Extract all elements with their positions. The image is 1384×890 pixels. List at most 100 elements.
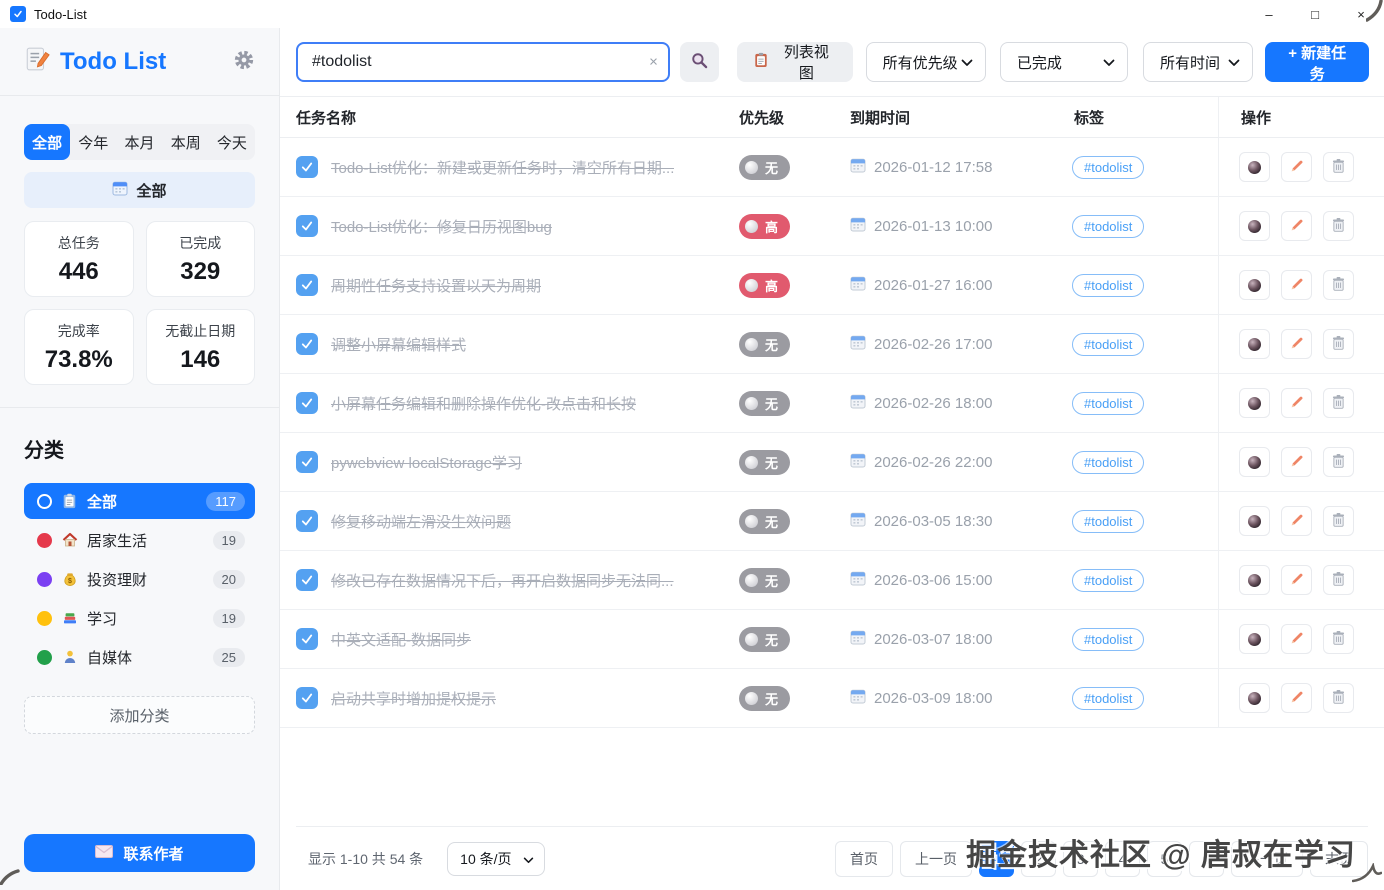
status-filter-select[interactable]: 已完成	[1000, 42, 1128, 82]
delete-task-button[interactable]	[1323, 506, 1354, 536]
edit-task-button[interactable]	[1281, 211, 1312, 241]
task-checkbox[interactable]	[296, 451, 318, 473]
delete-task-button[interactable]	[1323, 447, 1354, 477]
edit-task-button[interactable]	[1281, 683, 1312, 713]
delete-task-button[interactable]	[1323, 388, 1354, 418]
search-button[interactable]	[680, 42, 719, 82]
priority-ball-icon	[745, 692, 758, 705]
edit-task-button[interactable]	[1281, 270, 1312, 300]
tag-cell: #todolist	[1070, 628, 1218, 651]
category-item[interactable]: $ 投资理财 20	[24, 561, 255, 597]
task-checkbox[interactable]	[296, 510, 318, 532]
priority-badge: 无	[739, 155, 790, 180]
next-page-button[interactable]: 下一页	[1231, 841, 1303, 877]
tag-badge[interactable]: #todolist	[1072, 392, 1144, 415]
category-item[interactable]: 居家生活 19	[24, 522, 255, 558]
edit-task-button[interactable]	[1281, 565, 1312, 595]
task-checkbox[interactable]	[296, 215, 318, 237]
delete-task-button[interactable]	[1323, 565, 1354, 595]
delete-task-button[interactable]	[1323, 152, 1354, 182]
view-task-button[interactable]	[1239, 329, 1270, 359]
page-number-button[interactable]: 2	[1021, 841, 1056, 877]
category-icon	[61, 532, 78, 549]
clear-search-icon[interactable]: ×	[649, 55, 658, 70]
maximize-button[interactable]: □	[1292, 0, 1338, 28]
task-checkbox[interactable]	[296, 333, 318, 355]
edit-task-button[interactable]	[1281, 506, 1312, 536]
tag-badge[interactable]: #todolist	[1072, 510, 1144, 533]
category-item[interactable]: 全部 117	[24, 483, 255, 519]
category-item[interactable]: 自媒体 25	[24, 639, 255, 675]
edit-task-button[interactable]	[1281, 388, 1312, 418]
page-number-button[interactable]: 4	[1105, 841, 1140, 877]
task-checkbox[interactable]	[296, 569, 318, 591]
edit-task-button[interactable]	[1281, 447, 1312, 477]
time-filter-tab[interactable]: 本月	[116, 124, 162, 160]
pencil-icon	[1290, 277, 1304, 294]
time-filter-tab[interactable]: 今天	[209, 124, 255, 160]
tag-badge[interactable]: #todolist	[1072, 628, 1144, 651]
page-number-button[interactable]: 5	[1147, 841, 1182, 877]
category-item[interactable]: 学习 19	[24, 600, 255, 636]
edit-task-button[interactable]	[1281, 329, 1312, 359]
tag-badge[interactable]: #todolist	[1072, 569, 1144, 592]
minimize-button[interactable]: –	[1246, 0, 1292, 28]
time-filter-tab[interactable]: 本周	[163, 124, 209, 160]
view-task-button[interactable]	[1239, 683, 1270, 713]
page-number-button[interactable]: 6	[1189, 841, 1224, 877]
tag-badge[interactable]: #todolist	[1072, 274, 1144, 297]
tag-badge[interactable]: #todolist	[1072, 215, 1144, 238]
tag-badge[interactable]: #todolist	[1072, 333, 1144, 356]
stat-value: 446	[59, 258, 99, 286]
priority-filter-select[interactable]: 所有优先级	[866, 42, 986, 82]
page-number-button[interactable]: 3	[1063, 841, 1098, 877]
page-number-button[interactable]: 1	[979, 841, 1014, 877]
new-task-button[interactable]: + 新建任务	[1265, 42, 1369, 82]
delete-task-button[interactable]	[1323, 624, 1354, 654]
time-filter-tab[interactable]: 今年	[70, 124, 116, 160]
edit-task-button[interactable]	[1281, 152, 1312, 182]
close-button[interactable]: ×	[1338, 0, 1384, 28]
priority-cell: 无	[725, 332, 850, 357]
delete-task-button[interactable]	[1323, 683, 1354, 713]
pencil-icon	[1290, 218, 1304, 235]
first-page-button[interactable]: 首页	[835, 841, 893, 877]
settings-button[interactable]	[233, 49, 255, 74]
task-checkbox[interactable]	[296, 687, 318, 709]
page-number-buttons: 123456	[979, 841, 1224, 877]
task-checkbox[interactable]	[296, 274, 318, 296]
eye-icon	[1248, 397, 1261, 410]
delete-task-button[interactable]	[1323, 270, 1354, 300]
add-category-button[interactable]: 添加分类	[24, 696, 255, 734]
delete-task-button[interactable]	[1323, 211, 1354, 241]
stat-label: 已完成	[179, 233, 221, 253]
task-checkbox[interactable]	[296, 392, 318, 414]
priority-ball-icon	[745, 633, 758, 646]
last-page-button[interactable]: 末页	[1310, 841, 1368, 877]
task-checkbox[interactable]	[296, 628, 318, 650]
tag-badge[interactable]: #todolist	[1072, 156, 1144, 179]
view-task-button[interactable]	[1239, 211, 1270, 241]
tag-badge[interactable]: #todolist	[1072, 687, 1144, 710]
view-task-button[interactable]	[1239, 565, 1270, 595]
tag-badge[interactable]: #todolist	[1072, 451, 1144, 474]
view-task-button[interactable]	[1239, 152, 1270, 182]
view-task-button[interactable]	[1239, 270, 1270, 300]
view-task-button[interactable]	[1239, 388, 1270, 418]
search-input[interactable]	[296, 42, 670, 82]
time-filter-tab[interactable]: 全部	[24, 124, 70, 160]
prev-page-button[interactable]: 上一页	[900, 841, 972, 877]
edit-task-button[interactable]	[1281, 624, 1312, 654]
view-task-button[interactable]	[1239, 624, 1270, 654]
stat-card: 无截止日期 146	[146, 309, 256, 385]
delete-task-button[interactable]	[1323, 329, 1354, 359]
time-filter-select[interactable]: 所有时间	[1143, 42, 1253, 82]
task-checkbox[interactable]	[296, 156, 318, 178]
view-task-button[interactable]	[1239, 447, 1270, 477]
date-range-filter-button[interactable]: 全部	[24, 172, 255, 208]
view-task-button[interactable]	[1239, 506, 1270, 536]
page-size-select[interactable]: 10 条/页	[447, 842, 545, 876]
contact-author-button[interactable]: 联系作者	[24, 834, 255, 872]
list-view-toggle-button[interactable]: 列表视图	[737, 42, 852, 82]
trash-icon	[1332, 335, 1345, 353]
